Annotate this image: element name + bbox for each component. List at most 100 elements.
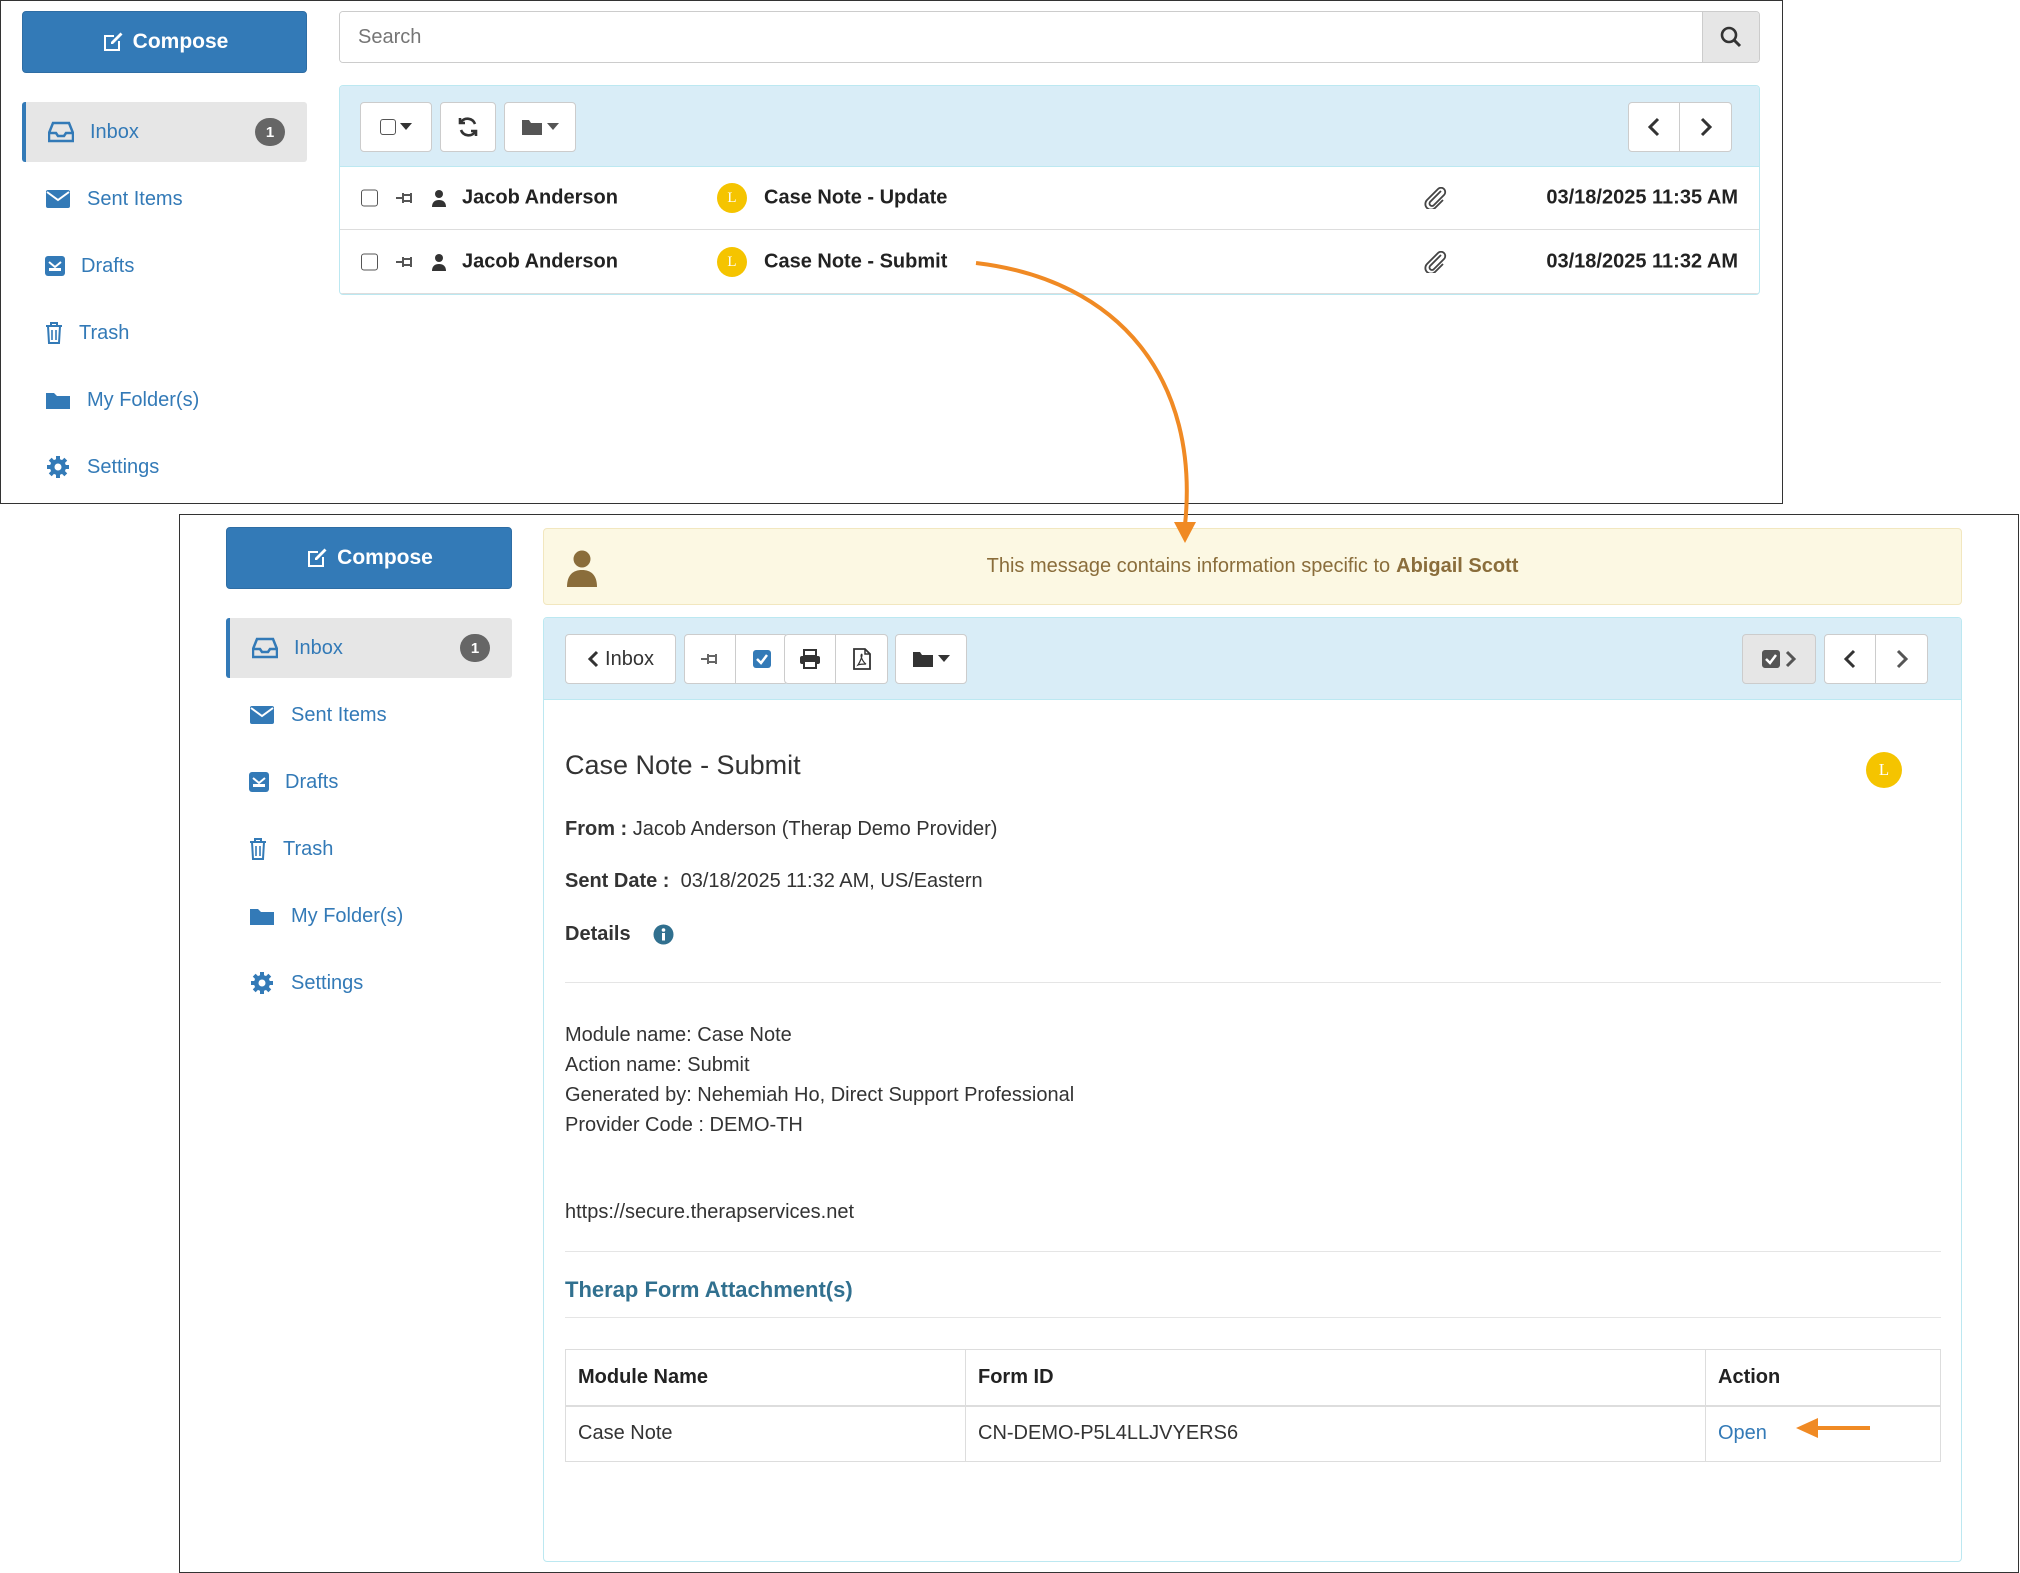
message-list-panel: Jacob Anderson L Case Note - Update 03/1…: [339, 85, 1760, 295]
previous-message-button[interactable]: [1824, 634, 1876, 684]
next-message-button[interactable]: [1876, 634, 1928, 684]
sidebar-item-settings[interactable]: Settings: [43, 437, 159, 497]
drafts-icon: [247, 771, 271, 793]
sent-date-value: 03/18/2025 11:32 AM, US/Eastern: [680, 870, 983, 892]
sidebar-item-my-folders[interactable]: My Folder(s): [43, 370, 199, 430]
envelope-icon: [247, 705, 277, 725]
mark-checked-button[interactable]: [736, 634, 788, 684]
message-row[interactable]: Jacob Anderson L Case Note - Update 03/1…: [340, 167, 1759, 230]
compose-button[interactable]: Compose: [22, 11, 307, 73]
divider: [565, 1317, 1941, 1318]
paperclip-icon: [1424, 187, 1447, 209]
trash-icon: [43, 321, 65, 345]
from-label: From :: [565, 818, 628, 840]
message-subject-heading: Case Note - Submit: [565, 750, 801, 780]
search-input[interactable]: [340, 12, 1702, 62]
from-value: Jacob Anderson (Therap Demo Provider): [632, 818, 998, 840]
chevron-right-icon: [1700, 117, 1712, 137]
caret-down-icon: [938, 655, 950, 662]
pin-icon: [701, 654, 717, 664]
next-page-button[interactable]: [1680, 102, 1732, 152]
body-line: Module name: Case Note: [565, 1024, 792, 1046]
inbox-icon: [46, 121, 76, 143]
select-dropdown-button[interactable]: [360, 102, 432, 152]
sidebar-item-inbox[interactable]: Inbox 1: [226, 618, 512, 678]
compose-icon: [103, 32, 123, 51]
back-to-inbox-button[interactable]: Inbox: [565, 634, 676, 684]
info-icon[interactable]: [653, 924, 674, 945]
sidebar-item-my-folders[interactable]: My Folder(s): [247, 886, 403, 946]
pager-buttons: [1628, 102, 1732, 152]
attachments-heading: Therap Form Attachment(s): [565, 1277, 853, 1302]
sender-name: Jacob Anderson: [462, 250, 618, 273]
sidebar-item-trash[interactable]: Trash: [43, 303, 129, 363]
details-line: Details: [565, 923, 674, 946]
sidebar-item-label: Sent Items: [291, 703, 387, 726]
print-button[interactable]: [784, 634, 836, 684]
body-line: Action name: Submit: [565, 1054, 750, 1076]
message-detail-screenshot: Compose Inbox 1 Sent Items Drafts Trash …: [179, 514, 2019, 1573]
inbox-icon: [250, 637, 280, 659]
unread-count-badge: 1: [460, 634, 490, 662]
folder-icon: [43, 390, 73, 410]
unread-count-badge: 1: [255, 118, 285, 146]
row-checkbox[interactable]: [361, 253, 378, 271]
sidebar-item-label: My Folder(s): [87, 388, 200, 411]
sidebar-item-label: Drafts: [285, 770, 339, 793]
pin-icon[interactable]: [394, 190, 416, 206]
pdf-export-button[interactable]: [836, 634, 888, 684]
open-form-link[interactable]: Open: [1718, 1422, 1767, 1444]
sidebar-item-settings[interactable]: Settings: [247, 953, 363, 1013]
attachments-table: Module Name Form ID Action Case Note CN-…: [565, 1349, 1941, 1462]
message-detail-panel: Inbox Case Note - Submit L From: Jacob …: [543, 617, 1962, 1562]
folder-icon: [913, 652, 933, 667]
table-header-row: Module Name Form ID Action: [565, 1349, 1941, 1407]
back-to-inbox-label: Inbox: [605, 647, 654, 670]
sidebar-item-label: Drafts: [81, 254, 135, 277]
sidebar-item-label: Trash: [283, 837, 334, 860]
table-row: Case Note CN-DEMO-P5L4LLJVYERS6 Open: [565, 1405, 1941, 1462]
sidebar-item-label: Settings: [87, 455, 160, 478]
sidebar-item-sent-items[interactable]: Sent Items: [247, 685, 387, 745]
sidebar-item-label: Inbox: [294, 636, 343, 659]
print-icon: [800, 649, 820, 669]
pin-button[interactable]: [684, 634, 736, 684]
chevron-right-icon: [1896, 649, 1908, 669]
sidebar-item-inbox[interactable]: Inbox 1: [22, 102, 307, 162]
refresh-icon: [458, 117, 478, 137]
message-pager-buttons: [1824, 634, 1928, 684]
compose-button[interactable]: Compose: [226, 527, 512, 589]
sidebar-item-drafts[interactable]: Drafts: [43, 236, 134, 296]
individual-name: Abigail Scott: [1396, 555, 1519, 577]
priority-low-badge: L: [1866, 752, 1902, 788]
envelope-icon: [43, 189, 73, 209]
chevron-left-icon: [587, 650, 599, 668]
compose-icon: [308, 548, 327, 567]
sidebar-item-sent-items[interactable]: Sent Items: [43, 169, 183, 229]
sidebar-item-label: Trash: [79, 321, 130, 344]
inbox-view-screenshot: Compose Inbox 1 Sent Items Drafts Trash …: [0, 0, 1783, 504]
mark-and-next-button[interactable]: [1742, 634, 1816, 684]
notice-text: This message contains information specif…: [986, 555, 1391, 577]
previous-page-button[interactable]: [1628, 102, 1680, 152]
checked-box-icon: [752, 650, 771, 668]
paperclip-icon: [1424, 251, 1447, 273]
sidebar-item-trash[interactable]: Trash: [247, 819, 333, 879]
caret-down-icon: [400, 123, 412, 130]
row-checkbox[interactable]: [361, 189, 378, 207]
search-button[interactable]: [1702, 12, 1759, 62]
refresh-button[interactable]: [440, 102, 496, 152]
trash-icon: [247, 837, 269, 861]
move-to-folder-button[interactable]: [504, 102, 576, 152]
drafts-icon: [43, 255, 67, 277]
cell-action: Open: [1705, 1405, 1941, 1462]
sent-date-label: Sent Date :: [565, 870, 670, 892]
body-line: Provider Code : DEMO-TH: [565, 1114, 803, 1136]
pin-icon[interactable]: [394, 254, 416, 270]
folder-icon: [247, 906, 277, 926]
body-line: Generated by: Nehemiah Ho, Direct Suppor…: [565, 1084, 1075, 1106]
sidebar-item-drafts[interactable]: Drafts: [247, 752, 338, 812]
move-to-folder-button[interactable]: [895, 634, 967, 684]
sidebar-item-label: Inbox: [90, 120, 139, 143]
message-row[interactable]: Jacob Anderson L Case Note - Submit 03/1…: [340, 231, 1759, 294]
